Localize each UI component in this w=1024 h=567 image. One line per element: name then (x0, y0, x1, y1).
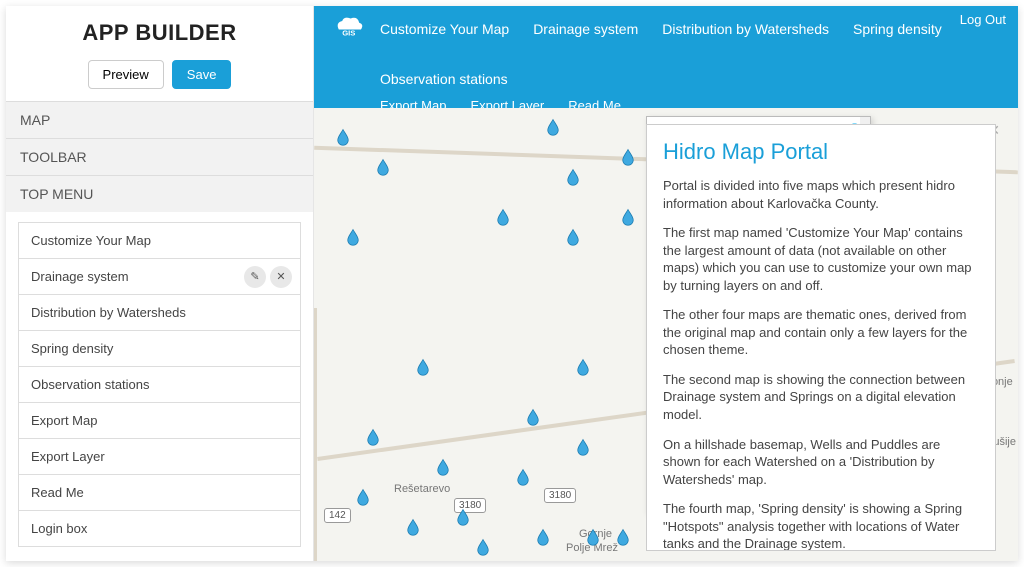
nav-link[interactable]: Customize Your Map (380, 16, 509, 42)
spring-marker-icon[interactable] (354, 488, 372, 506)
info-paragraph: Portal is divided into five maps which p… (663, 177, 979, 212)
menu-item[interactable]: Read Me (18, 474, 301, 510)
menu-item[interactable]: Customize Your Map (18, 222, 301, 258)
section-toolbar[interactable]: TOOLBAR (6, 138, 313, 175)
spring-marker-icon[interactable] (434, 458, 452, 476)
save-button[interactable]: Save (172, 60, 232, 89)
spring-marker-icon[interactable] (619, 148, 637, 166)
top-menu-list: Customize Your MapDrainage system✎✕Distr… (6, 212, 313, 547)
spring-marker-icon[interactable] (544, 118, 562, 136)
menu-item[interactable]: Login box (18, 510, 301, 547)
info-paragraph: The first map named 'Customize Your Map'… (663, 224, 979, 294)
svg-text:GIS: GIS (342, 29, 355, 38)
logout-link[interactable]: Log Out (960, 12, 1006, 27)
edit-icon[interactable]: ✎ (244, 266, 266, 288)
spring-marker-icon[interactable] (344, 228, 362, 246)
spring-marker-icon[interactable] (534, 528, 552, 546)
delete-icon[interactable]: ✕ (270, 266, 292, 288)
spring-marker-icon[interactable] (334, 128, 352, 146)
nav-link[interactable]: Spring density (853, 16, 942, 42)
menu-item[interactable]: Drainage system✎✕ (18, 258, 301, 294)
spring-marker-icon[interactable] (404, 518, 422, 536)
menu-item[interactable]: Export Map (18, 402, 301, 438)
spring-marker-icon[interactable] (374, 158, 392, 176)
section-topmenu[interactable]: TOP MENU (6, 175, 313, 212)
menu-item[interactable]: Distribution by Watersheds (18, 294, 301, 330)
menu-item[interactable]: Spring density (18, 330, 301, 366)
info-paragraph: The other four maps are thematic ones, d… (663, 306, 979, 359)
app-title: APP BUILDER (16, 20, 303, 46)
spring-marker-icon[interactable] (494, 208, 512, 226)
nav-link[interactable]: Drainage system (533, 16, 638, 42)
section-map[interactable]: MAP (6, 101, 313, 138)
menu-item[interactable]: Export Layer (18, 438, 301, 474)
spring-marker-icon[interactable] (474, 538, 492, 556)
spring-marker-icon[interactable] (524, 408, 542, 426)
place-label: Rešetarevo (394, 483, 450, 495)
spring-marker-icon[interactable] (364, 428, 382, 446)
info-paragraph: The second map is showing the connection… (663, 371, 979, 424)
info-paragraph: The fourth map, 'Spring density' is show… (663, 500, 979, 551)
gis-logo-icon: GIS (332, 14, 366, 40)
spring-marker-icon[interactable] (564, 168, 582, 186)
builder-panel: APP BUILDER Preview Save MAP TOOLBAR TOP… (6, 6, 314, 561)
menu-item[interactable]: Observation stations (18, 366, 301, 402)
spring-marker-icon[interactable] (584, 528, 602, 546)
route-badge: 142 (324, 508, 351, 523)
spring-marker-icon[interactable] (574, 438, 592, 456)
nav-link[interactable]: Observation stations (380, 66, 508, 92)
spring-marker-icon[interactable] (614, 528, 632, 546)
nav-link[interactable]: Distribution by Watersheds (662, 16, 829, 42)
spring-marker-icon[interactable] (574, 358, 592, 376)
preview-button[interactable]: Preview (88, 60, 164, 89)
info-title: Hidro Map Portal (663, 139, 979, 165)
spring-marker-icon[interactable] (564, 228, 582, 246)
preview-area: GIS Customize Your Map Drainage system Dis… (314, 6, 1018, 561)
spring-marker-icon[interactable] (414, 358, 432, 376)
app-topbar: GIS Customize Your Map Drainage system Dis… (314, 6, 1018, 123)
route-badge: 3180 (544, 488, 576, 503)
info-paragraph: On a hillshade basemap, Wells and Puddle… (663, 436, 979, 489)
spring-marker-icon[interactable] (619, 208, 637, 226)
info-panel: Hidro Map Portal Portal is divided into … (646, 124, 996, 551)
spring-marker-icon[interactable] (514, 468, 532, 486)
spring-marker-icon[interactable] (454, 508, 472, 526)
